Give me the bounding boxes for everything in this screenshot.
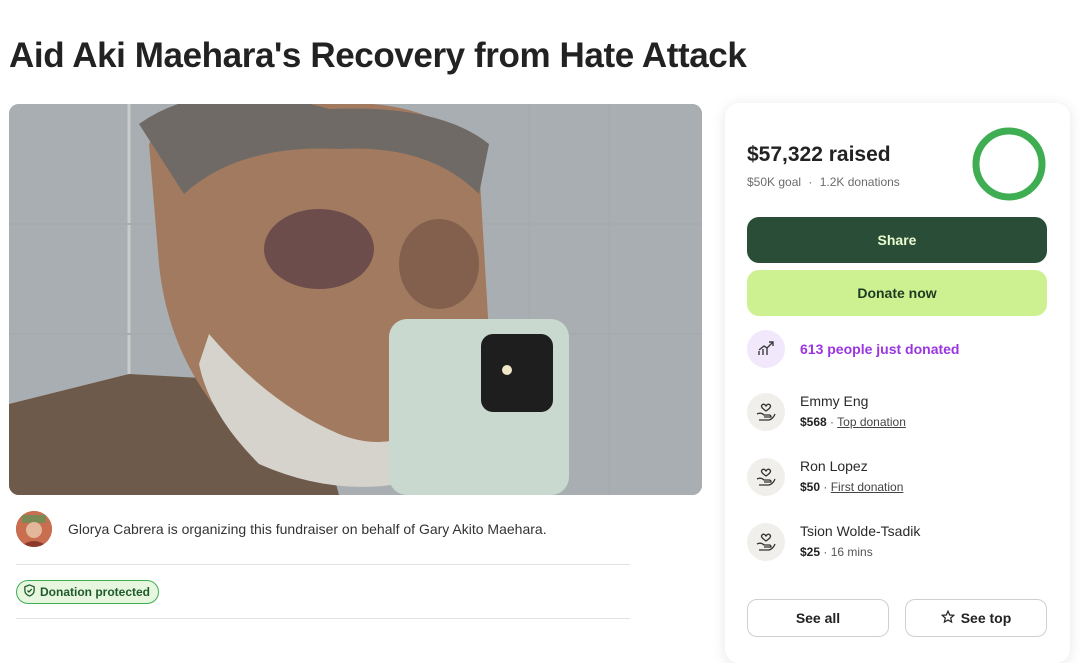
campaign-photo [9, 104, 702, 495]
organizer-info: Glorya Cabrera is organizing this fundra… [16, 511, 630, 565]
amount-raised: $57,322 raised [747, 143, 891, 166]
shield-check-icon [23, 584, 36, 600]
organizer-avatar[interactable] [16, 511, 52, 547]
trend-text: 613 people just donated [800, 341, 960, 357]
hands-heart-icon [747, 393, 785, 431]
see-all-label: See all [795, 610, 841, 626]
donor-amount: $25 [800, 545, 821, 559]
donor-name: Ron Lopez [800, 458, 868, 474]
donor-separator: · [826, 415, 838, 429]
see-top-button[interactable]: See top [905, 599, 1047, 637]
see-top-label: See top [960, 610, 1012, 626]
donor-separator: · [820, 545, 831, 559]
see-all-button[interactable]: See all [747, 599, 889, 637]
donor-item: Tsion Wolde-Tsadik $25 · 16 mins [747, 523, 1047, 563]
progress-ring [970, 125, 1048, 203]
donation-protected-label: Donation protected [40, 585, 150, 599]
donor-separator: · [820, 480, 831, 494]
donor-time: 16 mins [830, 545, 873, 559]
donor-meta: $50 · First donation [800, 480, 903, 494]
star-icon [940, 609, 955, 627]
donor-note-link[interactable]: Top donation [837, 415, 906, 429]
donor-item: Ron Lopez $50 · First donation [747, 458, 1047, 498]
organizer-text: Glorya Cabrera is organizing this fundra… [68, 521, 547, 537]
recent-donations-trend: 613 people just donated [747, 330, 1047, 370]
divider [16, 618, 630, 619]
goal-and-donations: $50K goal · 1.2K donations [747, 175, 900, 189]
hands-heart-icon [747, 458, 785, 496]
donation-protected-badge[interactable]: Donation protected [16, 580, 159, 604]
donor-meta: $25 · 16 mins [800, 545, 873, 559]
donate-now-button[interactable]: Donate now [747, 270, 1047, 316]
donor-meta: $568 · Top donation [800, 415, 906, 429]
donor-amount: $50 [800, 480, 821, 494]
donor-name: Tsion Wolde-Tsadik [800, 523, 921, 539]
share-button[interactable]: Share [747, 217, 1047, 263]
goal-text: $50K goal [747, 175, 802, 189]
hands-heart-icon [747, 523, 785, 561]
donor-note-link[interactable]: First donation [831, 480, 904, 494]
page-title: Aid Aki Maehara's Recovery from Hate Att… [9, 36, 747, 75]
trend-up-icon [747, 330, 785, 368]
goal-separator: · [808, 175, 813, 189]
donor-item: Emmy Eng $568 · Top donation [747, 393, 1047, 433]
donor-amount: $568 [800, 415, 827, 429]
donation-count: 1.2K donations [819, 175, 900, 189]
donor-name: Emmy Eng [800, 393, 869, 409]
donation-card: $57,322 raised $50K goal · 1.2K donation… [725, 103, 1070, 663]
